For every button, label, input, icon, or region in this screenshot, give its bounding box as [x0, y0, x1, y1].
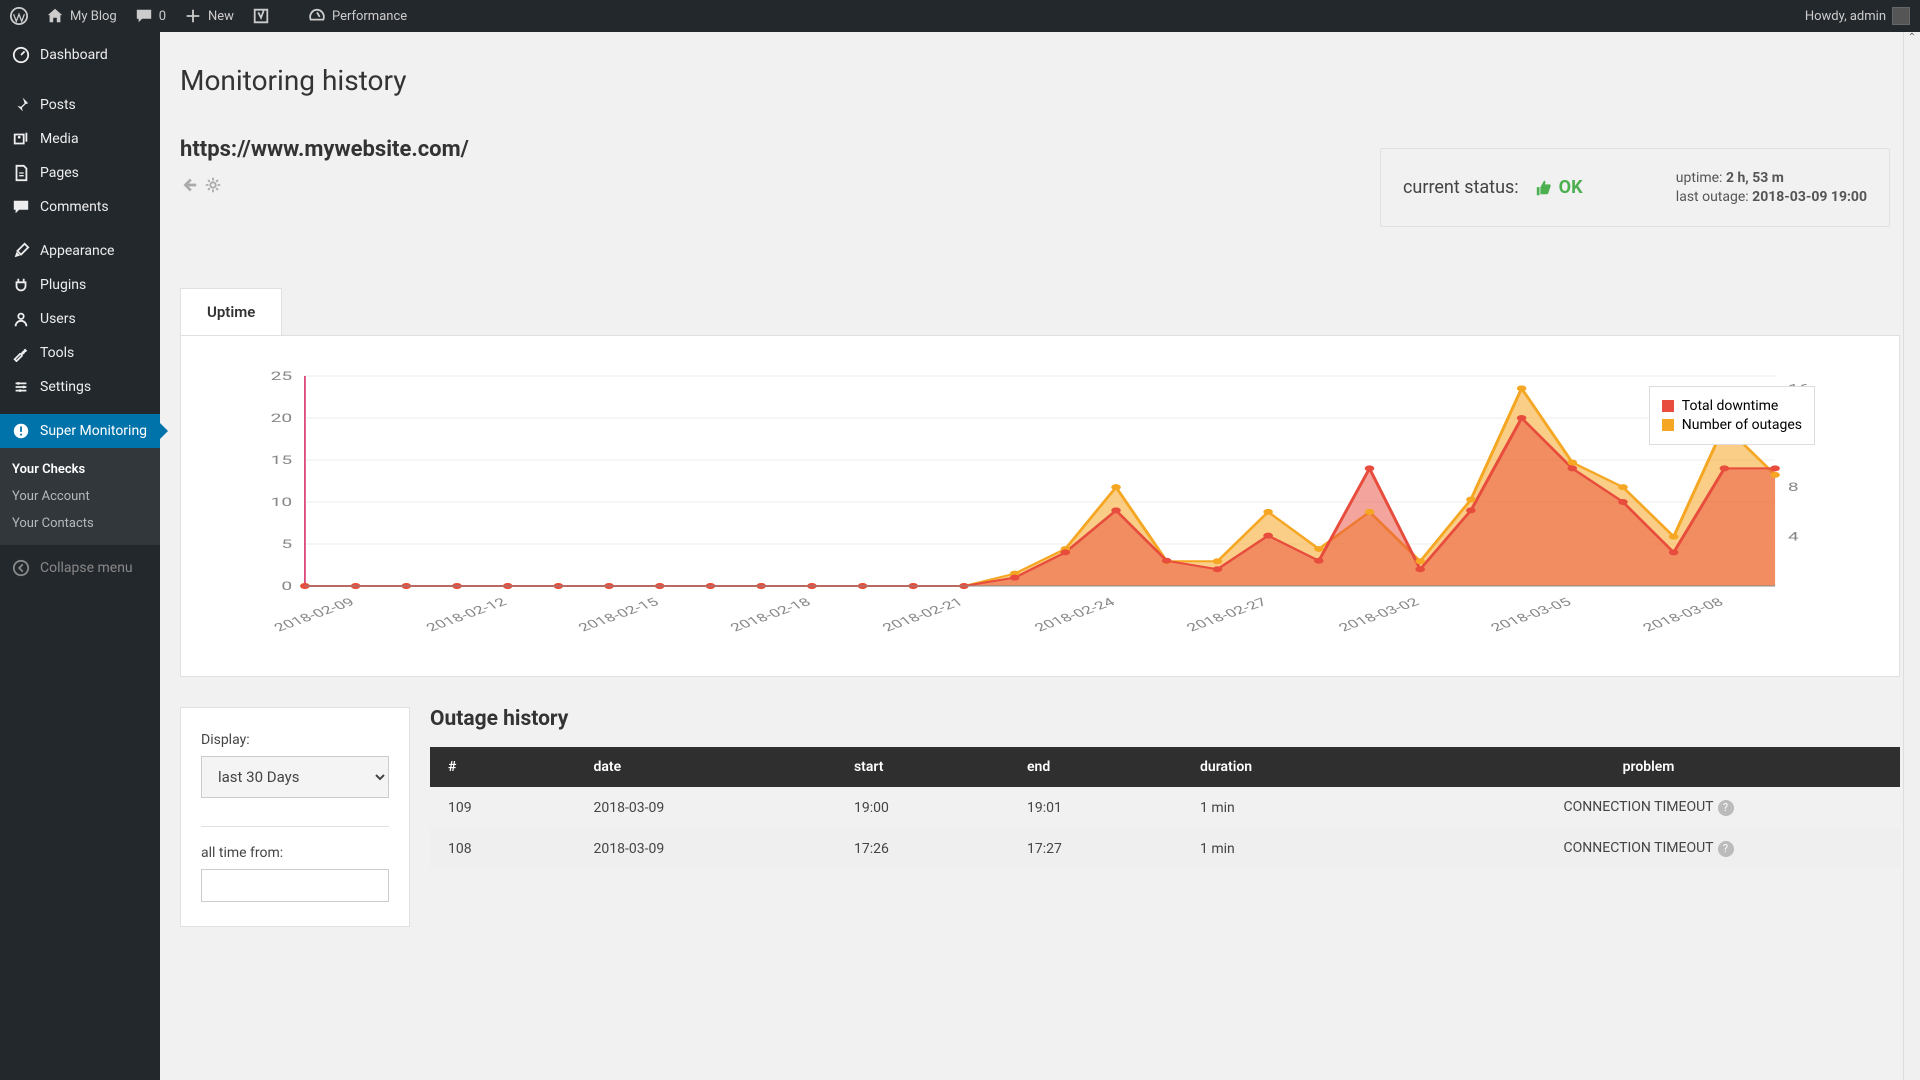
chart-panel: 05101520254812162018-02-092018-02-122018… [180, 335, 1900, 677]
yoast-icon [252, 7, 270, 25]
sidebar-item-settings[interactable]: Settings [0, 370, 160, 404]
svg-text:8: 8 [1788, 480, 1799, 494]
dashboard-icon [12, 46, 30, 64]
avatar-icon [1892, 7, 1910, 25]
display-label: Display: [201, 732, 389, 748]
performance-link[interactable]: Performance [308, 7, 407, 25]
thumbs-up-icon [1535, 179, 1553, 197]
tab-uptime[interactable]: Uptime [180, 288, 282, 335]
comment-icon [12, 198, 30, 216]
table-row: 1082018-03-0917:2617:271 minCONNECTION T… [430, 828, 1900, 869]
filter-panel: Display: last 30 Days all time from: [180, 707, 410, 927]
status-card: current status: OK uptime: 2 h, 53 m las… [1380, 148, 1890, 227]
svg-text:20: 20 [271, 411, 293, 425]
current-status-label: current status: [1403, 177, 1519, 198]
sidebar-item-users[interactable]: Users [0, 302, 160, 336]
collapse-menu[interactable]: Collapse menu [0, 551, 160, 585]
sidebar-item-tools[interactable]: Tools [0, 336, 160, 370]
sidebar-item-media[interactable]: Media [0, 122, 160, 156]
gear-icon [204, 176, 222, 194]
plug-icon [12, 276, 30, 294]
alert-icon [12, 422, 30, 440]
svg-text:2018-02-27: 2018-02-27 [1183, 595, 1271, 634]
tabs: Uptime [180, 288, 1900, 335]
wrench-icon [12, 344, 30, 362]
sidebar-item-posts[interactable]: Posts [0, 88, 160, 122]
svg-text:2018-02-15: 2018-02-15 [575, 595, 663, 634]
svg-text:25: 25 [271, 369, 293, 383]
outage-history-title: Outage history [430, 707, 1900, 731]
uptime-value: 2 h, 53 m [1726, 170, 1784, 186]
help-icon[interactable]: ? [1718, 841, 1734, 857]
collapse-icon [12, 559, 30, 577]
help-icon[interactable]: ? [1718, 800, 1734, 816]
last-outage-value: 2018-03-09 19:00 [1752, 189, 1867, 205]
sidebar-item-super-monitoring[interactable]: Super Monitoring [0, 414, 160, 448]
svg-text:2018-03-05: 2018-03-05 [1487, 595, 1575, 634]
page-title: Monitoring history [180, 64, 1900, 97]
user-icon [12, 310, 30, 328]
status-value: OK [1535, 177, 1583, 198]
uptime-label: uptime: [1676, 170, 1723, 186]
svg-text:2018-03-08: 2018-03-08 [1639, 595, 1727, 634]
admin-sidebar: Dashboard Posts Media Pages Comments App… [0, 32, 160, 1080]
svg-text:2018-02-18: 2018-02-18 [727, 595, 815, 634]
sidebar-sub-your-contacts[interactable]: Your Contacts [0, 510, 160, 537]
sidebar-sub-your-account[interactable]: Your Account [0, 483, 160, 510]
svg-text:5: 5 [281, 537, 292, 551]
svg-text:2018-02-21: 2018-02-21 [879, 595, 967, 634]
table-row: 1092018-03-0919:0019:011 minCONNECTION T… [430, 787, 1900, 828]
sidebar-item-dashboard[interactable]: Dashboard [0, 32, 160, 78]
sidebar-item-plugins[interactable]: Plugins [0, 268, 160, 302]
sidebar-sub-your-checks[interactable]: Your Checks [0, 456, 160, 483]
settings-icon [12, 378, 30, 396]
last-outage-label: last outage: [1676, 189, 1749, 205]
legend-swatch-outages [1662, 419, 1674, 431]
uptime-chart: 05101520254812162018-02-092018-02-122018… [241, 366, 1839, 636]
outage-table: # date start end duration problem 109201… [430, 747, 1900, 869]
comments-link[interactable]: 0 [135, 7, 166, 25]
svg-text:4: 4 [1788, 529, 1799, 543]
plus-icon [184, 7, 202, 25]
site-name: My Blog [70, 9, 117, 24]
comment-icon [135, 7, 153, 25]
content-area: Monitoring history https://www.mywebsite… [160, 32, 1920, 1080]
svg-text:2018-02-24: 2018-02-24 [1031, 595, 1119, 634]
home-icon [46, 7, 64, 25]
howdy-link[interactable]: Howdy, admin [1805, 7, 1910, 25]
wp-logo[interactable] [10, 7, 28, 25]
svg-text:15: 15 [271, 453, 293, 467]
pages-icon [12, 164, 30, 182]
legend-swatch-downtime [1662, 400, 1674, 412]
sidebar-item-comments[interactable]: Comments [0, 190, 160, 224]
arrow-left-icon [180, 176, 198, 194]
gauge-icon [308, 7, 326, 25]
pin-icon [12, 96, 30, 114]
settings-gear-button[interactable] [204, 176, 222, 198]
display-select[interactable]: last 30 Days [201, 756, 389, 798]
sidebar-item-appearance[interactable]: Appearance [0, 234, 160, 268]
chart-legend: Total downtime Number of outages [1649, 386, 1815, 445]
admin-bar: My Blog 0 New Performance Howdy, admin [0, 0, 1920, 32]
site-link[interactable]: My Blog [46, 7, 117, 25]
svg-text:2018-02-12: 2018-02-12 [422, 595, 510, 634]
brush-icon [12, 242, 30, 260]
svg-text:10: 10 [271, 495, 293, 509]
scrollbar[interactable]: ⌃ [1903, 32, 1920, 1080]
sidebar-item-pages[interactable]: Pages [0, 156, 160, 190]
new-link[interactable]: New [184, 7, 234, 25]
svg-text:0: 0 [281, 579, 292, 593]
back-button[interactable] [180, 176, 198, 198]
media-icon [12, 130, 30, 148]
all-time-from-input[interactable] [201, 869, 389, 902]
svg-text:2018-03-02: 2018-03-02 [1335, 595, 1423, 634]
outage-panel: Outage history # date start end duration… [430, 707, 1900, 927]
yoast-link[interactable] [252, 7, 270, 25]
all-time-label: all time from: [201, 845, 389, 861]
svg-text:2018-02-09: 2018-02-09 [270, 595, 358, 634]
